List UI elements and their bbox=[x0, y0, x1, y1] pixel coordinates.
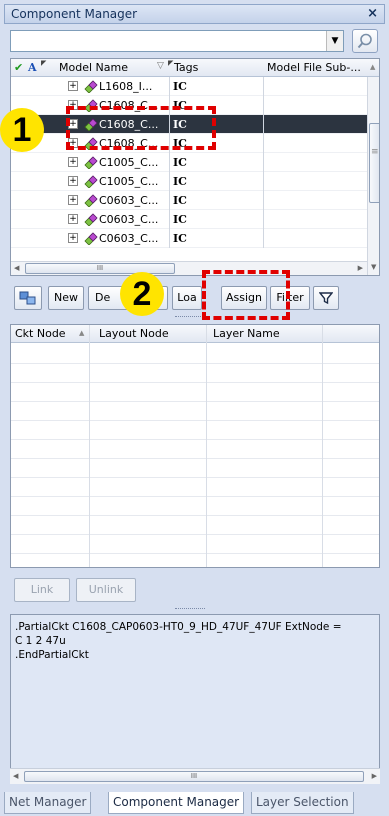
node-table-header: Ckt Node ▲ Layout Node Layer Name bbox=[11, 325, 379, 343]
component-icon bbox=[84, 156, 98, 169]
new-button[interactable]: New bbox=[48, 286, 84, 310]
scroll-right-icon[interactable]: ▶ bbox=[372, 772, 377, 780]
expand-icon[interactable]: + bbox=[68, 214, 78, 224]
netlist-hscroll[interactable]: ◀ III ▶ bbox=[10, 768, 380, 784]
col-model-name[interactable]: Model Name bbox=[59, 61, 128, 74]
netlist-line: .EndPartialCkt bbox=[15, 649, 89, 661]
model-tag: IC bbox=[173, 194, 187, 207]
funnel-button[interactable] bbox=[313, 286, 339, 310]
unlink-button[interactable]: Unlink bbox=[76, 578, 136, 602]
annotation-box-selected-row bbox=[66, 106, 216, 150]
sync-icon bbox=[19, 291, 36, 305]
model-table-hscroll[interactable]: ◀ III ▶ bbox=[11, 261, 367, 275]
model-name: C0603_C... bbox=[99, 232, 159, 245]
sort-corner-icon: ◤ bbox=[168, 59, 174, 67]
scroll-right-icon[interactable]: ▶ bbox=[358, 264, 363, 272]
netlist-text-area[interactable]: .PartialCkt C1608_CAP0603-HT0_9_HD_47UF_… bbox=[10, 614, 380, 784]
netlist-line: C 1 2 47u bbox=[15, 635, 66, 647]
check-icon[interactable]: ✔ bbox=[14, 61, 23, 74]
chevron-down-icon[interactable]: ▼ bbox=[326, 31, 343, 51]
node-table: Ckt Node ▲ Layout Node Layer Name bbox=[10, 324, 380, 568]
model-name: C1005_C... bbox=[99, 175, 159, 188]
tab-net-manager[interactable]: Net Manager bbox=[4, 792, 92, 814]
col-model-file[interactable]: Model File Sub-... bbox=[267, 61, 361, 74]
scroll-thumb[interactable] bbox=[369, 123, 379, 203]
component-icon bbox=[84, 213, 98, 226]
step-badge-2: 2 bbox=[120, 272, 164, 316]
scroll-up-icon[interactable]: ▲ bbox=[370, 63, 375, 71]
funnel-icon bbox=[318, 292, 334, 305]
panel-title-bar: Component Manager × bbox=[4, 4, 385, 24]
expand-icon[interactable]: + bbox=[68, 233, 78, 243]
model-name: L1608_I... bbox=[99, 80, 153, 93]
scroll-left-icon[interactable]: ◀ bbox=[13, 772, 18, 780]
scroll-thumb[interactable]: III bbox=[25, 263, 175, 274]
sort-corner-icon: ◤ bbox=[41, 59, 47, 67]
component-icon bbox=[84, 80, 98, 93]
col-layer-name[interactable]: Layer Name bbox=[213, 327, 280, 340]
model-row[interactable]: + L1608_I... IC bbox=[11, 77, 367, 96]
search-button[interactable] bbox=[352, 29, 378, 53]
filter-icon[interactable]: ▽ bbox=[157, 61, 164, 71]
component-icon bbox=[84, 194, 98, 207]
model-table-vscroll[interactable]: ≡ ▼ bbox=[367, 77, 379, 275]
model-row[interactable]: + C0603_C... IC bbox=[11, 229, 367, 248]
refresh-button[interactable] bbox=[14, 286, 42, 310]
model-tag: IC bbox=[173, 175, 187, 188]
tab-component-manager[interactable]: Component Manager bbox=[108, 792, 245, 814]
model-name: C0603_C... bbox=[99, 194, 159, 207]
component-icon bbox=[84, 175, 98, 188]
scroll-down-icon[interactable]: ▼ bbox=[371, 263, 376, 271]
model-tag: IC bbox=[173, 232, 187, 245]
step-badge-1: 1 bbox=[0, 108, 44, 152]
splitter-grip[interactable] bbox=[175, 316, 205, 320]
model-row[interactable]: + C1005_C... IC bbox=[11, 153, 367, 172]
panel-title: Component Manager bbox=[11, 7, 138, 21]
font-icon[interactable]: A bbox=[28, 61, 37, 74]
expand-icon[interactable]: + bbox=[68, 157, 78, 167]
link-button[interactable]: Link bbox=[14, 578, 70, 602]
model-tag: IC bbox=[173, 213, 187, 226]
load-button[interactable]: Loa bbox=[172, 286, 202, 310]
col-layout-node[interactable]: Layout Node bbox=[99, 327, 169, 340]
component-icon bbox=[84, 232, 98, 245]
model-name: C1005_C... bbox=[99, 156, 159, 169]
tab-layer-selection[interactable]: Layer Selection bbox=[251, 792, 354, 814]
model-name: C0603_C... bbox=[99, 213, 159, 226]
model-row[interactable]: + C0603_C... IC bbox=[11, 210, 367, 229]
annotation-box-assign bbox=[202, 270, 290, 320]
search-input[interactable] bbox=[10, 30, 344, 52]
expand-icon[interactable]: + bbox=[68, 195, 78, 205]
netlist-line: .PartialCkt C1608_CAP0603-HT0_9_HD_47UF_… bbox=[15, 621, 342, 633]
model-table: ✔ A ◤ Model Name ▽ ◤ Tags Model File Sub… bbox=[10, 58, 380, 276]
model-tag: IC bbox=[173, 80, 187, 93]
model-tag: IC bbox=[173, 156, 187, 169]
scroll-left-icon[interactable]: ◀ bbox=[14, 264, 19, 272]
expand-icon[interactable]: + bbox=[68, 176, 78, 186]
model-table-header: ✔ A ◤ Model Name ▽ ◤ Tags Model File Sub… bbox=[11, 59, 379, 77]
close-icon[interactable]: × bbox=[367, 6, 378, 21]
expand-icon[interactable]: + bbox=[68, 81, 78, 91]
col-ckt-node[interactable]: Ckt Node bbox=[15, 327, 66, 340]
col-tags[interactable]: Tags bbox=[174, 61, 198, 74]
model-row[interactable]: + C0603_C... IC bbox=[11, 191, 367, 210]
scroll-thumb[interactable]: III bbox=[24, 771, 364, 782]
splitter-grip[interactable] bbox=[175, 608, 205, 612]
bottom-tab-strip: Net Manager Component Manager Layer Sele… bbox=[4, 792, 385, 814]
search-icon bbox=[357, 33, 372, 49]
sort-up-icon: ▲ bbox=[79, 329, 85, 337]
model-row[interactable]: + C1005_C... IC bbox=[11, 172, 367, 191]
